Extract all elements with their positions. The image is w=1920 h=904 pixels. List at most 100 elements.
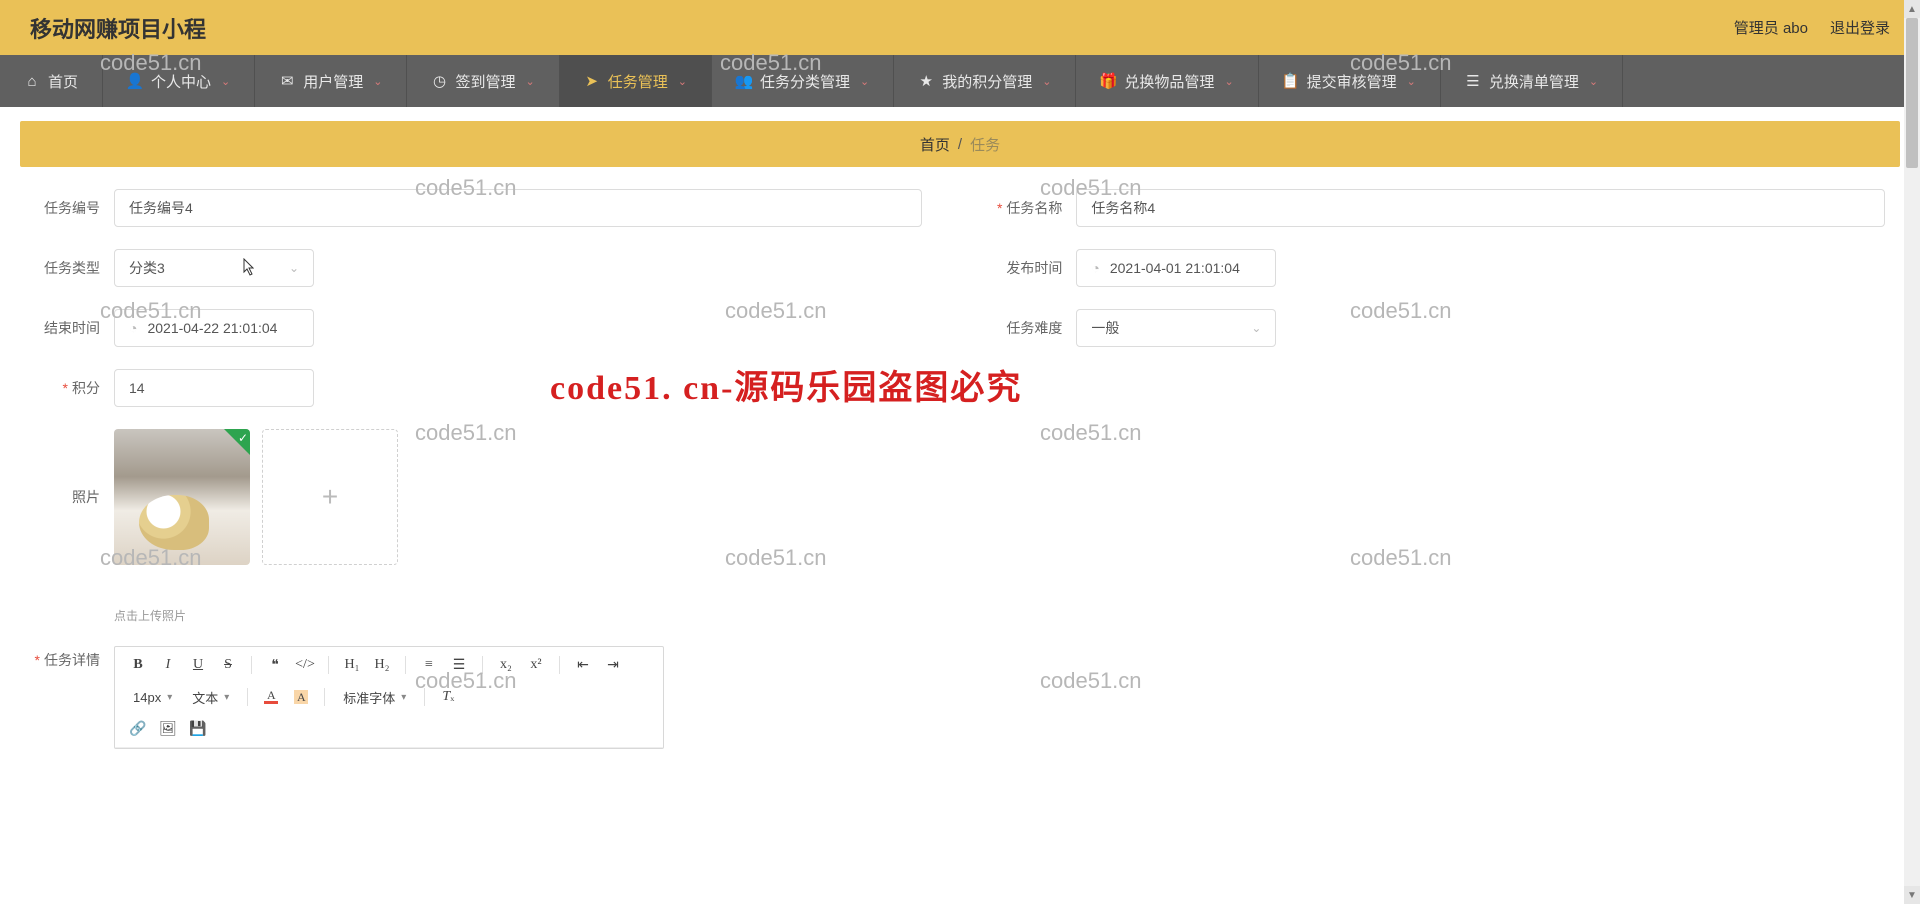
photo-label: 照片 — [20, 487, 114, 507]
link-button[interactable]: 🔗 — [125, 717, 151, 741]
points-input[interactable] — [114, 369, 314, 407]
clear-format-button[interactable]: Tₓ — [435, 685, 461, 709]
home-icon: ⌂ — [24, 73, 40, 89]
scroll-up-icon[interactable]: ▲ — [1904, 0, 1920, 18]
nav-home[interactable]: ⌂ 首页 — [0, 55, 103, 107]
scroll-down-icon[interactable]: ▼ — [1904, 886, 1920, 904]
chevron-down-icon: ⌄ — [289, 261, 299, 275]
breadcrumb-home[interactable]: 首页 — [920, 134, 950, 155]
add-photo-button[interactable]: + — [262, 429, 398, 565]
nav-label: 兑换清单管理 — [1489, 71, 1579, 92]
chevron-down-icon: ⌄ — [1224, 75, 1233, 88]
difficulty-select[interactable]: 一般 ⌄ — [1076, 309, 1276, 347]
image-button[interactable]: 🖼 — [155, 717, 181, 741]
task-type-select[interactable]: 分类3 ⌄ — [114, 249, 314, 287]
ul-button[interactable]: ☰ — [446, 653, 472, 677]
subscript-button[interactable]: x₂ — [493, 653, 519, 677]
chevron-down-icon: ⌄ — [526, 75, 535, 88]
task-name-input[interactable] — [1076, 189, 1884, 227]
nav-label: 用户管理 — [303, 71, 363, 92]
top-bar: 移动网赚项目小程 管理员 abo 退出登录 — [0, 0, 1920, 55]
nav-label: 我的积分管理 — [942, 71, 1032, 92]
breadcrumb: 首页 / 任务 — [20, 121, 1900, 167]
plus-icon: + — [322, 481, 338, 513]
text-color-button[interactable]: A — [258, 685, 284, 709]
chevron-down-icon: ⌄ — [221, 75, 230, 88]
mail-icon: ✉ — [279, 73, 295, 89]
chevron-down-icon: ⌄ — [1251, 321, 1261, 335]
pub-time-label: 发布时间 — [982, 258, 1076, 278]
clock-icon: ◔ — [1091, 260, 1099, 276]
nav-label: 兑换物品管理 — [1124, 71, 1214, 92]
pub-time-value: 2021-04-01 21:01:04 — [1110, 260, 1240, 276]
indent-left-button[interactable]: ⇤ — [570, 653, 596, 677]
nav-signin-mgmt[interactable]: ◷ 签到管理 ⌄ — [407, 55, 559, 107]
photo-hint: 点击上传照片 — [114, 607, 1900, 624]
strike-button[interactable]: S — [215, 653, 241, 677]
send-icon: ➤ — [584, 73, 600, 89]
nav-submit-audit-mgmt[interactable]: 📋 提交审核管理 ⌄ — [1259, 55, 1441, 107]
nav-exchange-list-mgmt[interactable]: ☰ 兑换清单管理 ⌄ — [1441, 55, 1623, 107]
nav-label: 任务分类管理 — [760, 71, 850, 92]
admin-label[interactable]: 管理员 abo — [1734, 17, 1808, 38]
check-icon: ✓ — [238, 431, 248, 445]
nav-task-category-mgmt[interactable]: 👥 任务分类管理 ⌄ — [712, 55, 894, 107]
nav-label: 签到管理 — [455, 71, 515, 92]
gift-icon: 🎁 — [1100, 73, 1116, 89]
logout-link[interactable]: 退出登录 — [1830, 17, 1890, 38]
user-icon: 👤 — [127, 73, 143, 89]
breadcrumb-current: 任务 — [970, 134, 1000, 155]
font-family-select[interactable]: 标准字体▾ — [335, 685, 414, 709]
save-button[interactable]: 💾 — [185, 717, 211, 741]
h2-button[interactable]: H₂ — [369, 653, 395, 677]
rich-text-editor[interactable]: B I U S ❝ </> H₁ H₂ ≡ ☰ — [114, 646, 664, 749]
users-icon: 👥 — [736, 73, 752, 89]
italic-button[interactable]: I — [155, 653, 181, 677]
editor-toolbar: B I U S ❝ </> H₁ H₂ ≡ ☰ — [115, 647, 663, 748]
scroll-thumb[interactable] — [1906, 18, 1918, 168]
nav-points-mgmt[interactable]: ★ 我的积分管理 ⌄ — [894, 55, 1076, 107]
nav-user-mgmt[interactable]: ✉ 用户管理 ⌄ — [255, 55, 407, 107]
underline-button[interactable]: U — [185, 653, 211, 677]
nav-label: 首页 — [48, 71, 78, 92]
indent-right-button[interactable]: ⇥ — [600, 653, 626, 677]
block-type-select[interactable]: 文本▾ — [184, 685, 237, 709]
h1-button[interactable]: H₁ — [339, 653, 365, 677]
superscript-button[interactable]: x² — [523, 653, 549, 677]
highlight-button[interactable]: A — [288, 685, 314, 709]
difficulty-value: 一般 — [1091, 318, 1119, 338]
detail-label: 任务详情 — [20, 650, 114, 670]
vertical-scrollbar[interactable]: ▲ ▼ — [1904, 0, 1920, 904]
difficulty-label: 任务难度 — [982, 318, 1076, 338]
app-title: 移动网赚项目小程 — [30, 12, 206, 44]
end-time-label: 结束时间 — [20, 318, 114, 338]
task-no-input[interactable] — [114, 189, 922, 227]
bold-button[interactable]: B — [125, 653, 151, 677]
points-label: 积分 — [20, 378, 114, 398]
list-icon: ☰ — [1465, 73, 1481, 89]
breadcrumb-sep: / — [958, 136, 962, 153]
code-button[interactable]: </> — [292, 653, 318, 677]
chevron-down-icon: ⌄ — [678, 75, 687, 88]
nav-label: 任务管理 — [608, 71, 668, 92]
font-size-select[interactable]: 14px▾ — [125, 685, 180, 709]
quote-button[interactable]: ❝ — [262, 653, 288, 677]
chevron-down-icon: ⌄ — [1589, 75, 1598, 88]
clock-icon: ◷ — [431, 73, 447, 89]
chevron-down-icon: ⌄ — [1407, 75, 1416, 88]
nav-exchange-item-mgmt[interactable]: 🎁 兑换物品管理 ⌄ — [1076, 55, 1258, 107]
uploaded-photo[interactable]: ✓ — [114, 429, 250, 565]
star-icon: ★ — [918, 73, 934, 89]
ol-button[interactable]: ≡ — [416, 653, 442, 677]
main-nav: ⌂ 首页 👤 个人中心 ⌄ ✉ 用户管理 ⌄ ◷ 签到管理 ⌄ ➤ 任务管理 ⌄… — [0, 55, 1920, 107]
nav-label: 提交审核管理 — [1307, 71, 1397, 92]
chevron-down-icon: ⌄ — [1042, 75, 1051, 88]
nav-task-mgmt[interactable]: ➤ 任务管理 ⌄ — [560, 55, 712, 107]
task-no-label: 任务编号 — [20, 198, 114, 218]
clipboard-icon: 📋 — [1283, 73, 1299, 89]
end-time-input[interactable]: ◔ 2021-04-22 21:01:04 — [114, 309, 314, 347]
nav-profile[interactable]: 👤 个人中心 ⌄ — [103, 55, 255, 107]
task-form: 任务编号 任务名称 任务类型 分类3 ⌄ 发布时间 — [0, 181, 1920, 811]
pub-time-input[interactable]: ◔ 2021-04-01 21:01:04 — [1076, 249, 1276, 287]
clock-icon: ◔ — [129, 320, 137, 336]
